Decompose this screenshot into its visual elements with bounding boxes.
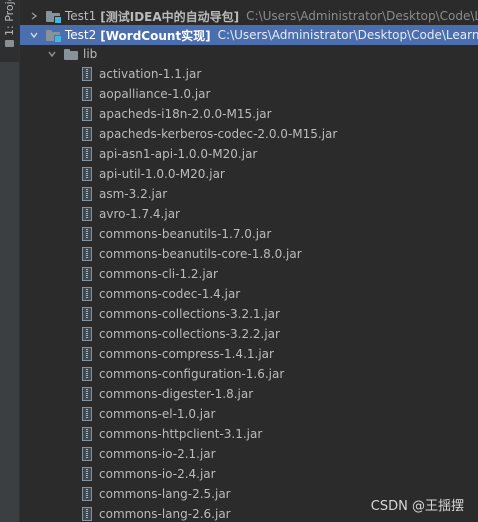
jar-file-name: commons-codec-1.4.jar xyxy=(99,287,241,301)
jar-file-icon xyxy=(82,167,92,181)
module-folder-icon xyxy=(46,10,62,24)
jar-file-name: commons-digester-1.8.jar xyxy=(99,387,254,401)
jar-file-name: asm-3.2.jar xyxy=(99,187,168,201)
jar-file-row[interactable]: commons-codec-1.4.jar xyxy=(20,284,478,304)
jar-file-name: commons-configuration-1.6.jar xyxy=(99,367,285,381)
jar-file-name: commons-el-1.0.jar xyxy=(99,407,216,421)
project-module-name: [测试IDEA中的自动导包] xyxy=(100,9,240,24)
folder-icon xyxy=(5,40,14,47)
jar-file-name: commons-httpclient-3.1.jar xyxy=(99,427,263,441)
project-path: C:\Users\Administrator\Desktop\Code\Le xyxy=(246,9,478,23)
jar-file-row[interactable]: aopalliance-1.0.jar xyxy=(20,84,478,104)
jar-file-row[interactable]: apacheds-i18n-2.0.0-M15.jar xyxy=(20,104,478,124)
tool-window-strip: 1: Project xyxy=(0,0,20,522)
jar-file-name: commons-io-2.1.jar xyxy=(99,447,216,461)
chevron-right-icon[interactable] xyxy=(28,10,40,22)
jar-file-icon xyxy=(82,207,92,221)
jar-file-row[interactable]: apacheds-kerberos-codec-2.0.0-M15.jar xyxy=(20,124,478,144)
jar-file-row[interactable]: commons-cli-1.2.jar xyxy=(20,264,478,284)
jar-file-icon xyxy=(82,367,92,381)
jar-file-row[interactable]: commons-el-1.0.jar xyxy=(20,404,478,424)
jar-file-row[interactable]: api-util-1.0.0-M20.jar xyxy=(20,164,478,184)
jar-file-name: aopalliance-1.0.jar xyxy=(99,87,211,101)
jar-file-name: commons-lang-2.6.jar xyxy=(99,507,231,521)
project-name: Test2 xyxy=(65,28,97,42)
jar-file-icon xyxy=(82,227,92,241)
jar-file-name: commons-compress-1.4.1.jar xyxy=(99,347,274,361)
chevron-down-icon[interactable] xyxy=(28,29,40,41)
jar-file-name: api-asn1-api-1.0.0-M20.jar xyxy=(99,147,258,161)
project-row-test1[interactable]: Test1 [测试IDEA中的自动导包] C:\Users\Administra… xyxy=(20,6,478,26)
jar-file-name: commons-io-2.4.jar xyxy=(99,467,216,481)
jar-file-icon xyxy=(82,287,92,301)
jar-file-name: commons-lang-2.5.jar xyxy=(99,487,231,501)
jar-file-name: activation-1.1.jar xyxy=(99,67,202,81)
jar-file-name: apacheds-i18n-2.0.0-M15.jar xyxy=(99,107,272,121)
jar-file-icon xyxy=(82,447,92,461)
project-tool-tab[interactable]: 1: Project xyxy=(0,0,19,62)
jar-file-icon xyxy=(82,107,92,121)
project-tool-tab-label: 1: Project xyxy=(3,0,16,36)
jar-file-name: commons-collections-3.2.2.jar xyxy=(99,327,280,341)
jar-file-icon xyxy=(82,387,92,401)
jar-file-row[interactable]: commons-digester-1.8.jar xyxy=(20,384,478,404)
jar-file-icon xyxy=(82,347,92,361)
project-tree[interactable]: Test1 [测试IDEA中的自动导包] C:\Users\Administra… xyxy=(20,0,478,522)
chevron-down-icon[interactable] xyxy=(46,48,58,60)
jar-file-row[interactable]: commons-configuration-1.6.jar xyxy=(20,364,478,384)
lib-folder-label: lib xyxy=(83,47,98,61)
jar-file-name: commons-cli-1.2.jar xyxy=(99,267,218,281)
jar-file-row[interactable]: commons-beanutils-1.7.0.jar xyxy=(20,224,478,244)
jar-file-icon xyxy=(82,427,92,441)
lib-folder-row[interactable]: lib xyxy=(20,44,478,64)
jar-file-icon xyxy=(82,307,92,321)
project-name: Test1 xyxy=(65,9,97,23)
jar-file-row[interactable]: avro-1.7.4.jar xyxy=(20,204,478,224)
jar-file-name: api-util-1.0.0-M20.jar xyxy=(99,167,225,181)
jar-file-row[interactable]: commons-io-2.4.jar xyxy=(20,464,478,484)
jar-file-icon xyxy=(82,507,92,521)
jar-file-row[interactable]: commons-beanutils-core-1.8.0.jar xyxy=(20,244,478,264)
jar-file-row[interactable]: commons-collections-3.2.1.jar xyxy=(20,304,478,324)
jar-file-icon xyxy=(82,247,92,261)
jar-file-icon xyxy=(82,267,92,281)
jar-file-name: apacheds-kerberos-codec-2.0.0-M15.jar xyxy=(99,127,338,141)
jar-file-row[interactable]: commons-compress-1.4.1.jar xyxy=(20,344,478,364)
jar-file-row[interactable]: asm-3.2.jar xyxy=(20,184,478,204)
watermark: CSDN @王揺摆 xyxy=(370,499,464,514)
jar-file-row[interactable]: commons-io-2.1.jar xyxy=(20,444,478,464)
jar-file-icon xyxy=(82,67,92,81)
jar-file-icon xyxy=(82,147,92,161)
jar-file-name: commons-collections-3.2.1.jar xyxy=(99,307,280,321)
jar-file-icon xyxy=(82,187,92,201)
jar-file-icon xyxy=(82,487,92,501)
project-module-name: [WordCount实现] xyxy=(100,28,211,43)
jar-file-icon xyxy=(82,467,92,481)
jar-file-row[interactable]: activation-1.1.jar xyxy=(20,64,478,84)
jar-file-row[interactable]: api-asn1-api-1.0.0-M20.jar xyxy=(20,144,478,164)
project-path: C:\Users\Administrator\Desktop\Code\Lear… xyxy=(217,28,478,42)
jar-file-icon xyxy=(82,407,92,421)
project-row-test2[interactable]: Test2 [WordCount实现] C:\Users\Administrat… xyxy=(20,25,478,45)
jar-file-name: avro-1.7.4.jar xyxy=(99,207,180,221)
jar-file-name: commons-beanutils-core-1.8.0.jar xyxy=(99,247,302,261)
jar-file-icon xyxy=(82,87,92,101)
folder-icon xyxy=(64,48,78,60)
jar-file-row[interactable]: commons-httpclient-3.1.jar xyxy=(20,424,478,444)
jar-file-icon xyxy=(82,127,92,141)
jar-file-row[interactable]: commons-collections-3.2.2.jar xyxy=(20,324,478,344)
jar-file-icon xyxy=(82,327,92,341)
module-folder-icon xyxy=(46,29,62,43)
jar-file-name: commons-beanutils-1.7.0.jar xyxy=(99,227,272,241)
